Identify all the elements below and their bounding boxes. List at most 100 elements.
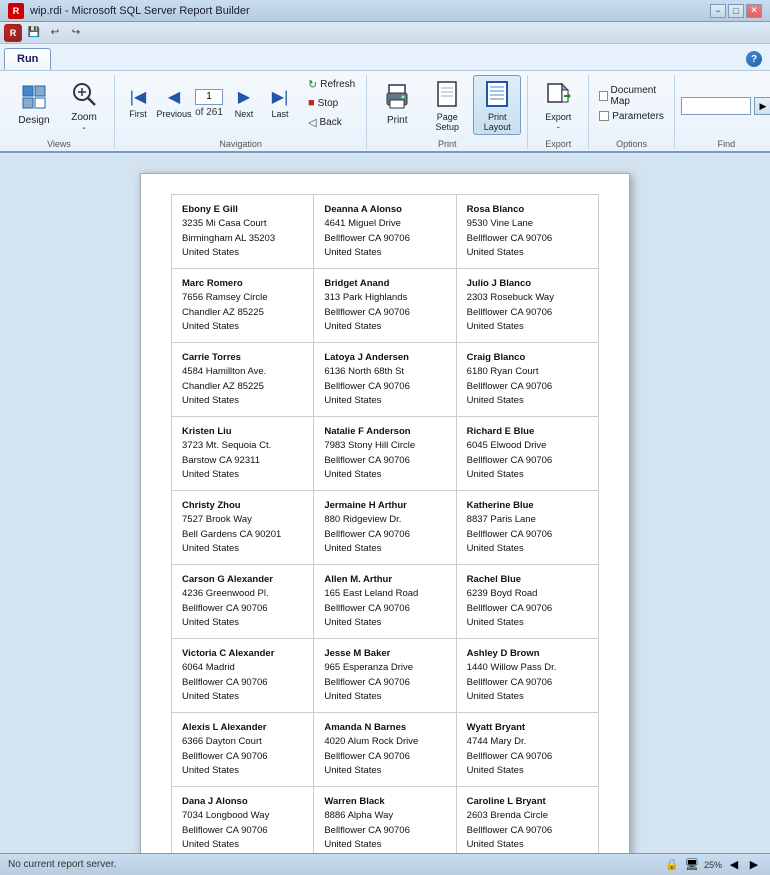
design-label: Design (18, 115, 49, 126)
export-button[interactable]: Export - (534, 75, 582, 135)
print-layout-label: Print Layout (484, 112, 511, 132)
redo-button[interactable]: ↪ (67, 24, 85, 42)
title-bar: R wip.rdi - Microsoft SQL Server Report … (0, 0, 770, 22)
maximize-button[interactable]: □ (728, 4, 744, 18)
previous-label: Previous (157, 109, 192, 119)
table-row: Amanda N Barnes4020 Alum Rock DriveBellf… (314, 713, 456, 787)
back-label: Back (319, 117, 341, 128)
status-icons: 🔒 🖥 25% ◀ ▶ (664, 857, 762, 873)
last-label: Last (271, 109, 288, 119)
page-number-input[interactable] (195, 89, 223, 105)
report-page: Ebony E Gill3235 Mi Casa CourtBirmingham… (140, 173, 630, 874)
status-text: No current report server. (8, 859, 116, 870)
undo-button[interactable]: ↩ (46, 24, 64, 42)
table-row: Christy Zhou7527 Brook WayBell Gardens C… (172, 491, 314, 565)
previous-icon: ◀ (168, 87, 180, 107)
last-button[interactable]: ▶| Last (263, 79, 297, 127)
design-button[interactable]: Design (10, 75, 58, 131)
find-label: Find (681, 139, 770, 149)
options-items: Document Map Parameters (595, 75, 668, 137)
ribbon-content: Design Zoom - Views (0, 70, 770, 151)
table-row: Julio J Blanco2303 Rosebuck WayBellflowe… (457, 269, 599, 343)
table-row: Wyatt Bryant4744 Mary Dr.Bellflower CA 9… (457, 713, 599, 787)
back-icon: ◁ (308, 116, 316, 129)
last-icon: ▶| (272, 87, 288, 107)
params-label: Parameters (612, 111, 664, 122)
print-button[interactable]: Print (373, 75, 421, 131)
page-setup-button[interactable]: Page Setup (423, 75, 471, 135)
document-map-button[interactable]: Document Map (595, 87, 668, 105)
views-items: Design Zoom - (10, 75, 108, 137)
nav-row-buttons: |◀ First ◀ Previous of 261 ▶ Next (121, 75, 360, 131)
status-scroll-left[interactable]: ◀ (726, 857, 742, 873)
ribbon-group-options: Document Map Parameters Options (593, 75, 675, 149)
export-label: Export - (545, 112, 571, 132)
table-row: Victoria C Alexander6064 MadridBellflowe… (172, 639, 314, 713)
tab-run[interactable]: Run (4, 48, 51, 70)
zoom-percent: 25% (704, 860, 722, 870)
zoom-icon (68, 78, 100, 110)
find-go-button[interactable]: ▶ (754, 97, 770, 115)
save-button[interactable]: 💾 (25, 24, 43, 42)
ribbon-group-views: Design Zoom - Views (8, 75, 115, 149)
back-button[interactable]: ◁ Back (303, 113, 360, 131)
ribbon-group-navigation: |◀ First ◀ Previous of 261 ▶ Next (119, 75, 367, 149)
table-row: Alexis L Alexander6366 Dayton CourtBellf… (172, 713, 314, 787)
stop-button[interactable]: ■ Stop (303, 94, 360, 112)
table-row: Marc Romero7656 Ramsey CircleChandler AZ… (172, 269, 314, 343)
page-nav-center: of 261 (193, 85, 225, 122)
export-items: Export - (534, 75, 582, 137)
table-row: Ashley D Brown1440 Willow Pass Dr.Bellfl… (457, 639, 599, 713)
report-grid: Ebony E Gill3235 Mi Casa CourtBirmingham… (171, 194, 599, 874)
close-button[interactable]: ✕ (746, 4, 762, 18)
next-button[interactable]: ▶ Next (227, 79, 261, 127)
table-row: Rachel Blue6239 Boyd RoadBellflower CA 9… (457, 565, 599, 639)
title-bar-left: R wip.rdi - Microsoft SQL Server Report … (8, 3, 250, 19)
refresh-button[interactable]: ↻ Refresh (303, 75, 360, 93)
table-row: Deanna A Alonso4641 Miguel DriveBellflow… (314, 195, 456, 269)
table-row: Kristen Liu3723 Mt. Sequoia Ct.Barstow C… (172, 417, 314, 491)
find-input[interactable] (681, 97, 751, 115)
docmap-label: Document Map (611, 85, 664, 107)
refresh-icon: ↻ (308, 78, 317, 91)
params-checkbox (599, 111, 609, 121)
ribbon-group-export: Export - Export (532, 75, 589, 149)
first-button[interactable]: |◀ First (121, 79, 155, 127)
find-items: ▶ (681, 75, 770, 137)
stop-label: Stop (318, 98, 339, 109)
next-label: Next (235, 109, 254, 119)
docmap-checkbox (599, 91, 607, 101)
total-pages: of 261 (195, 107, 223, 118)
print-layout-button[interactable]: Print Layout (473, 75, 521, 135)
help-button[interactable]: ? (746, 51, 762, 67)
page-setup-icon (431, 78, 463, 110)
quick-access-toolbar: R 💾 ↩ ↪ (0, 22, 770, 44)
title-bar-buttons: − □ ✕ (710, 4, 762, 18)
stop-icon: ■ (308, 97, 315, 109)
table-row: Jesse M Baker965 Esperanza DriveBellflow… (314, 639, 456, 713)
zoom-label: Zoom - (71, 112, 97, 134)
print-label: Print (373, 139, 521, 149)
views-label: Views (10, 139, 108, 149)
print-label: Print (387, 115, 408, 126)
export-icon (542, 78, 574, 110)
zoom-button[interactable]: Zoom - (60, 75, 108, 137)
table-row: Dana J Alonso7034 Longbood WayBellflower… (172, 787, 314, 861)
design-icon (18, 81, 50, 113)
status-icon-server: 🖥 (684, 857, 700, 873)
main-content-area: Ebony E Gill3235 Mi Casa CourtBirmingham… (0, 153, 770, 874)
parameters-button[interactable]: Parameters (595, 107, 668, 125)
previous-button[interactable]: ◀ Previous (157, 79, 191, 127)
ribbon-group-find: ▶ Find (679, 75, 770, 149)
table-row: Bridget Anand313 Park HighlandsBellflowe… (314, 269, 456, 343)
table-row: Rosa Blanco9530 Vine LaneBellflower CA 9… (457, 195, 599, 269)
status-scroll-right[interactable]: ▶ (746, 857, 762, 873)
app-menu-button[interactable]: R (4, 24, 22, 42)
minimize-button[interactable]: − (710, 4, 726, 18)
next-icon: ▶ (238, 87, 250, 107)
table-row: Jermaine H Arthur880 Ridgeview Dr.Bellfl… (314, 491, 456, 565)
table-row: Richard E Blue6045 Elwood DriveBellflowe… (457, 417, 599, 491)
ribbon: Run ? Design (0, 44, 770, 153)
table-row: Katherine Blue8837 Paris LaneBellflower … (457, 491, 599, 565)
first-icon: |◀ (130, 87, 146, 107)
